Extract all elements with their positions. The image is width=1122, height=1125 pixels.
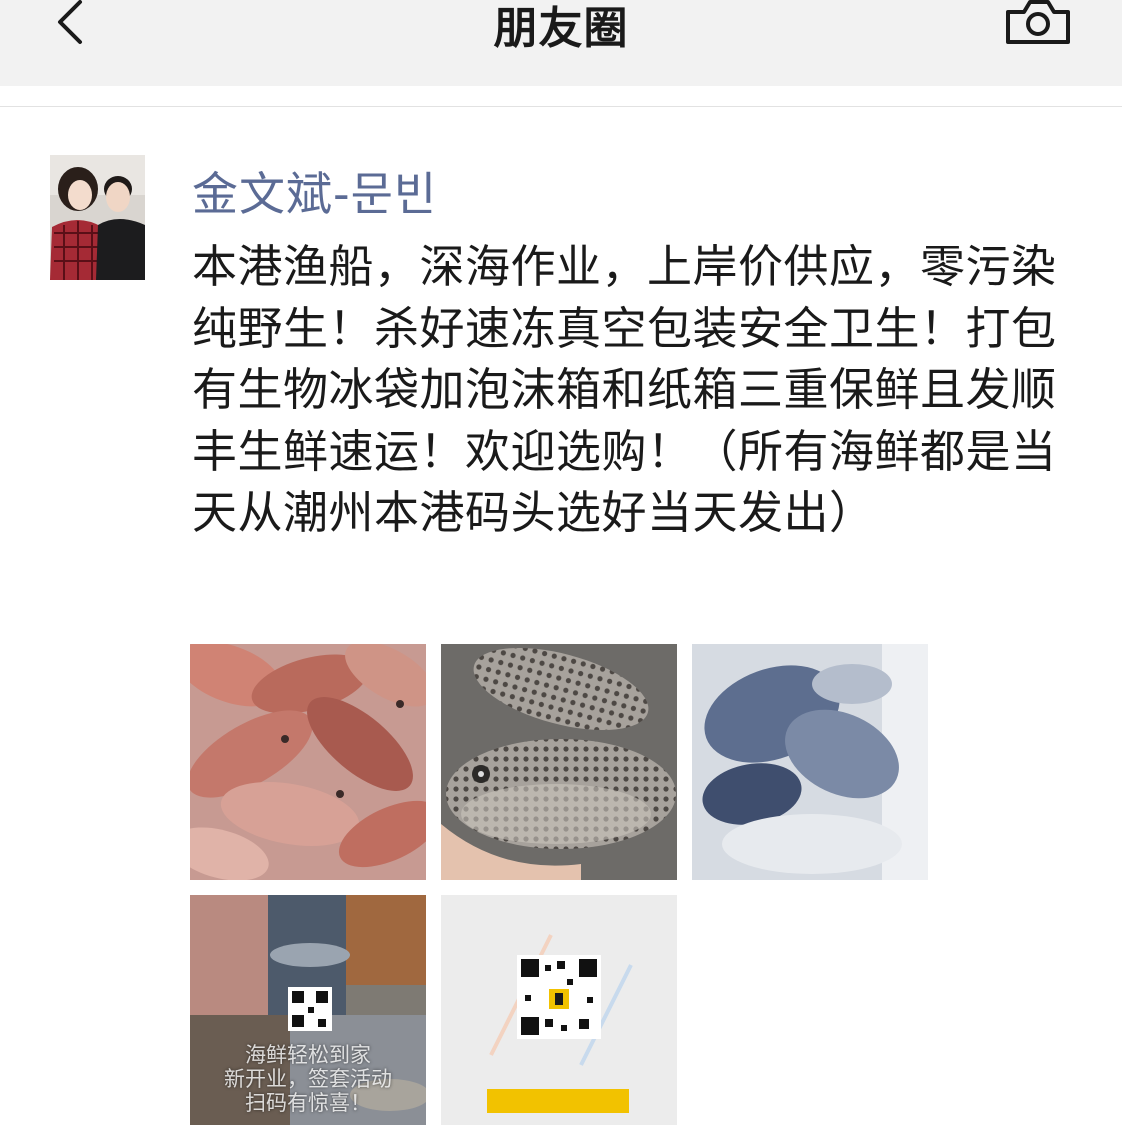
pufferfish-image bbox=[441, 644, 677, 880]
photo-thumbnail[interactable] bbox=[190, 644, 426, 880]
header-divider bbox=[0, 106, 1122, 107]
qr-banner bbox=[487, 1089, 629, 1113]
photo-thumbnail[interactable]: 海鲜轻松到家 新开业，签套活动 扫码有惊喜！ bbox=[190, 895, 426, 1125]
photo-thumbnail[interactable] bbox=[692, 644, 928, 880]
camera-icon bbox=[1006, 0, 1070, 44]
post-text: 本港渔船，深海作业，上岸价供应，零污染纯野生！杀好速冻真空包装安全卫生！打包有生… bbox=[192, 240, 1057, 539]
promo-line: 扫码有惊喜！ bbox=[245, 1091, 371, 1115]
red-fish-image bbox=[190, 644, 426, 880]
top-nav-bar: 朋友圈 bbox=[0, 0, 1122, 86]
frozen-fish-image bbox=[692, 644, 928, 880]
promo-line: 海鲜轻松到家 bbox=[245, 1043, 371, 1067]
author-name[interactable]: 金文斌-문빈 bbox=[192, 158, 437, 224]
avatar[interactable] bbox=[50, 155, 145, 280]
avatar-photo bbox=[50, 155, 145, 280]
promo-line: 新开业，签套活动 bbox=[224, 1067, 392, 1091]
camera-button[interactable] bbox=[1000, 0, 1076, 52]
page-title: 朋友圈 bbox=[493, 3, 629, 54]
photo-thumbnail[interactable] bbox=[441, 644, 677, 880]
photo-thumbnail[interactable] bbox=[441, 895, 677, 1125]
